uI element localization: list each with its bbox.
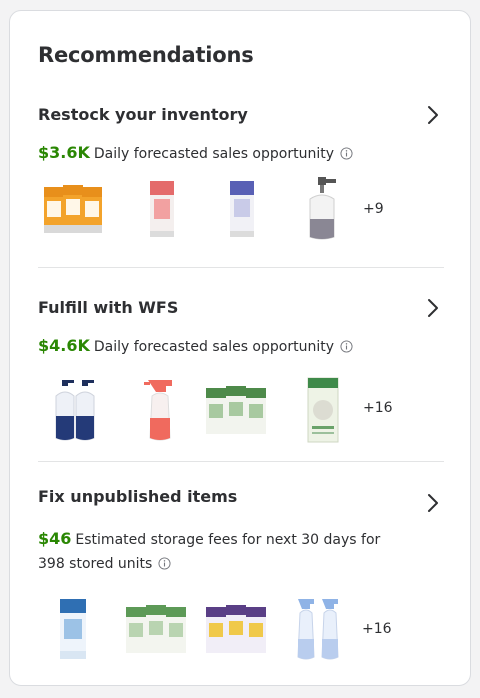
product-image[interactable]: [202, 376, 272, 446]
product-image[interactable]: [126, 175, 196, 245]
product-image[interactable]: [202, 595, 272, 665]
product-thumbnails: +9: [38, 175, 444, 245]
chevron-right-icon[interactable]: [420, 491, 444, 515]
product-thumbnails: +16: [38, 595, 444, 665]
card-title: Recommendations: [38, 43, 254, 67]
product-image[interactable]: [48, 376, 118, 446]
chevron-right-icon[interactable]: [420, 296, 444, 320]
opportunity-amount: $4.6K: [38, 336, 90, 355]
info-icon[interactable]: [340, 340, 353, 353]
product-image[interactable]: [38, 595, 108, 665]
product-image[interactable]: [288, 595, 358, 665]
product-image[interactable]: [288, 175, 358, 245]
more-products-count[interactable]: +16: [363, 400, 393, 416]
section-fix-unpublished[interactable]: Fix unpublished items $46 Estimated stora…: [38, 487, 444, 687]
product-image[interactable]: [126, 376, 196, 446]
section-fulfill-wfs[interactable]: Fulfill with WFS $4.6K Daily forecasted s…: [38, 298, 444, 448]
storage-fee-metric: $46 Estimated storage fees for next 30 da…: [38, 527, 410, 576]
section-title: Fix unpublished items: [38, 487, 238, 506]
opportunity-description: Daily forecasted sales opportunity: [93, 146, 334, 162]
more-products-count[interactable]: +9: [363, 201, 384, 217]
product-image[interactable]: [38, 175, 108, 245]
section-restock[interactable]: Restock your inventory $3.6K Daily foreca…: [38, 105, 444, 255]
more-products-count[interactable]: +16: [362, 621, 392, 637]
opportunity-metric: $4.6K Daily forecasted sales opportunity: [38, 334, 410, 359]
product-image[interactable]: [206, 175, 276, 245]
info-icon[interactable]: [340, 147, 353, 160]
section-divider: [38, 461, 444, 462]
product-thumbnails: +16: [38, 376, 444, 446]
section-title: Restock your inventory: [38, 105, 248, 124]
opportunity-description: Daily forecasted sales opportunity: [93, 339, 334, 355]
storage-fee-amount: $46: [38, 529, 72, 548]
opportunity-metric: $3.6K Daily forecasted sales opportunity: [38, 141, 410, 166]
info-icon[interactable]: [158, 557, 171, 570]
chevron-right-icon[interactable]: [420, 103, 444, 127]
storage-fee-description: Estimated storage fees for next 30 days …: [38, 532, 381, 572]
opportunity-amount: $3.6K: [38, 143, 90, 162]
section-divider: [38, 267, 444, 268]
product-image[interactable]: [122, 595, 192, 665]
product-image[interactable]: [288, 376, 358, 446]
recommendations-card: Recommendations Restock your inventory $…: [9, 10, 471, 686]
section-title: Fulfill with WFS: [38, 298, 179, 317]
